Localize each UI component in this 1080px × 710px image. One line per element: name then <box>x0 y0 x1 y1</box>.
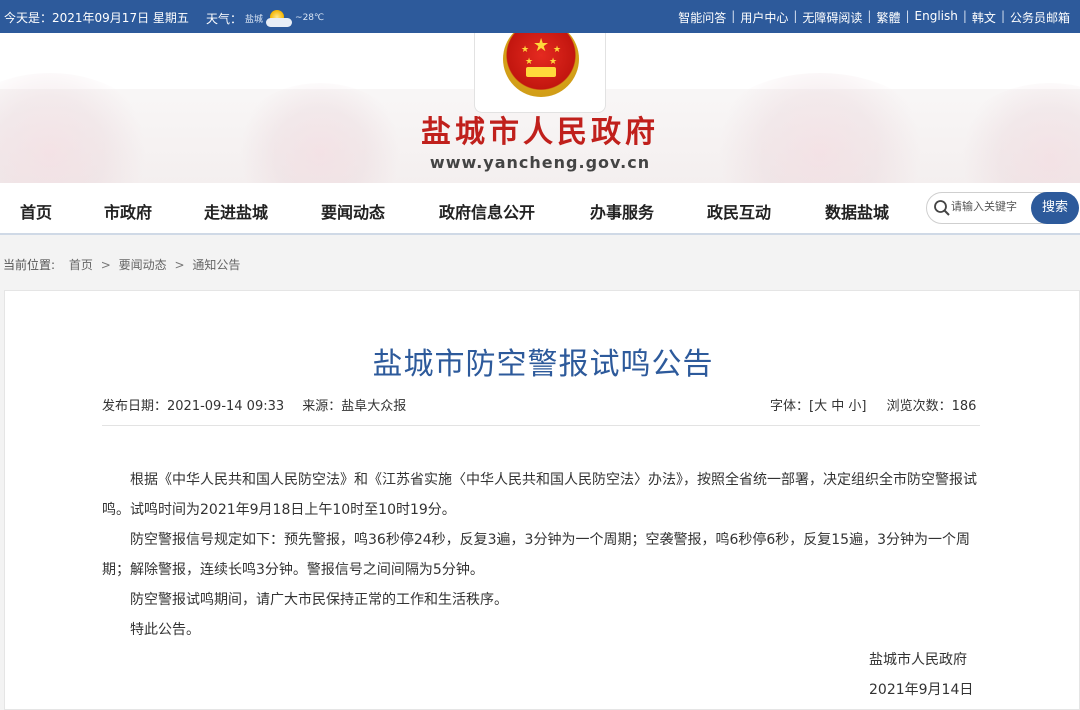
paragraph: 根据《中华人民共和国人民防空法》和《江苏省实施〈中华人民共和国人民防空法〉办法》… <box>102 472 977 518</box>
search-box: 搜索 <box>926 192 1079 224</box>
nav-item-data[interactable]: 数据盐城 <box>825 199 889 223</box>
top-links: 智能问答 | 用户中心 | 无障碍阅读 | 繁體 | English | 韩文 | 公务员邮… <box>678 9 1070 26</box>
link-user-center[interactable]: 用户中心 <box>740 9 788 26</box>
paragraph: 特此公告。 <box>130 622 200 638</box>
link-accessibility[interactable]: 无障碍阅读 <box>802 9 862 26</box>
article-meta-right: 字体：[大 中 小] 浏览次数：186 <box>770 395 976 414</box>
signature-date: 2021年9月14日 <box>869 682 974 698</box>
link-civil-mail[interactable]: 公务员邮箱 <box>1010 9 1070 26</box>
nav-item-interaction[interactable]: 政民互动 <box>707 199 771 223</box>
top-bar: 今天是：2021年09月17日 星期五 天气： 盐城 ~28℃ 智能问答 | 用户… <box>0 0 1080 33</box>
breadcrumb: 当前位置: 首页 > 要闻动态 > 通知公告 <box>3 258 241 272</box>
site-title: 盐城市人民政府 <box>421 115 659 150</box>
nav-item-news[interactable]: 要闻动态 <box>321 199 385 223</box>
weather-city: 盐城 <box>245 14 264 25</box>
link-english[interactable]: English <box>915 9 958 26</box>
nav-item-city-gov[interactable]: 市政府 <box>104 199 152 223</box>
divider <box>102 425 980 426</box>
weather-temp: ~28℃ <box>295 13 325 23</box>
emblem-frame: ★ ★ ★ ★ ★ <box>474 33 606 113</box>
article-card: 盐城市防空警报试鸣公告 发布日期：2021-09-14 09:33 来源：盐阜大… <box>4 290 1080 710</box>
breadcrumb-home[interactable]: 首页 <box>69 258 93 272</box>
article-meta: 发布日期：2021-09-14 09:33 来源：盐阜大众报 <box>102 395 406 414</box>
article-title: 盐城市防空警报试鸣公告 <box>372 347 714 382</box>
search-icon <box>934 200 950 216</box>
current-date: 今天是：2021年09月17日 星期五 <box>4 11 189 25</box>
search-input[interactable] <box>951 200 1031 213</box>
weather-widget: 天气： 盐城 ~28℃ <box>206 9 324 27</box>
site-banner: ★ ★ ★ ★ ★ 盐城市人民政府 www.yancheng.gov.cn <box>0 33 1080 183</box>
weather-label: 天气： <box>206 11 243 26</box>
main-nav: 首页 市政府 走进盐城 要闻动态 政府信息公开 办事服务 政民互动 数据盐城 搜… <box>0 183 1080 235</box>
partly-cloudy-icon <box>266 9 293 27</box>
link-korean[interactable]: 韩文 <box>972 9 996 26</box>
publish-date: 发布日期：2021-09-14 09:33 <box>102 399 285 414</box>
site-url: www.yancheng.gov.cn <box>429 153 651 172</box>
link-traditional[interactable]: 繁體 <box>876 9 900 26</box>
article-body: 根据《中华人民共和国人民防空法》和《江苏省实施〈中华人民共和国人民防空法〉办法》… <box>102 465 980 645</box>
paragraph: 防空警报信号规定如下：预先警报，鸣36秒停24秒，反复3遍，3分钟为一个周期；空… <box>102 532 970 578</box>
breadcrumb-notices[interactable]: 通知公告 <box>192 258 240 272</box>
breadcrumb-news[interactable]: 要闻动态 <box>119 258 167 272</box>
nav-item-explore[interactable]: 走进盐城 <box>204 199 268 223</box>
paragraph: 防空警报试鸣期间，请广大市民保持正常的工作和生活秩序。 <box>130 592 508 608</box>
search-button[interactable]: 搜索 <box>1031 192 1079 224</box>
link-smart-qa[interactable]: 智能问答 <box>678 9 726 26</box>
nav-item-info-disclosure[interactable]: 政府信息公开 <box>439 199 535 223</box>
signature-block: 盐城市人民政府 2021年9月14日 <box>869 645 973 705</box>
view-count: 浏览次数：186 <box>886 399 977 414</box>
article-source: 来源：盐阜大众报 <box>302 399 407 414</box>
national-emblem-icon[interactable]: ★ ★ ★ ★ ★ <box>503 33 579 97</box>
breadcrumb-label: 当前位置: <box>3 258 56 272</box>
nav-item-home[interactable]: 首页 <box>20 199 52 223</box>
nav-item-services[interactable]: 办事服务 <box>590 199 654 223</box>
font-size-switch[interactable]: 字体：[大 中 小] <box>770 399 866 414</box>
signature-org: 盐城市人民政府 <box>869 652 967 668</box>
